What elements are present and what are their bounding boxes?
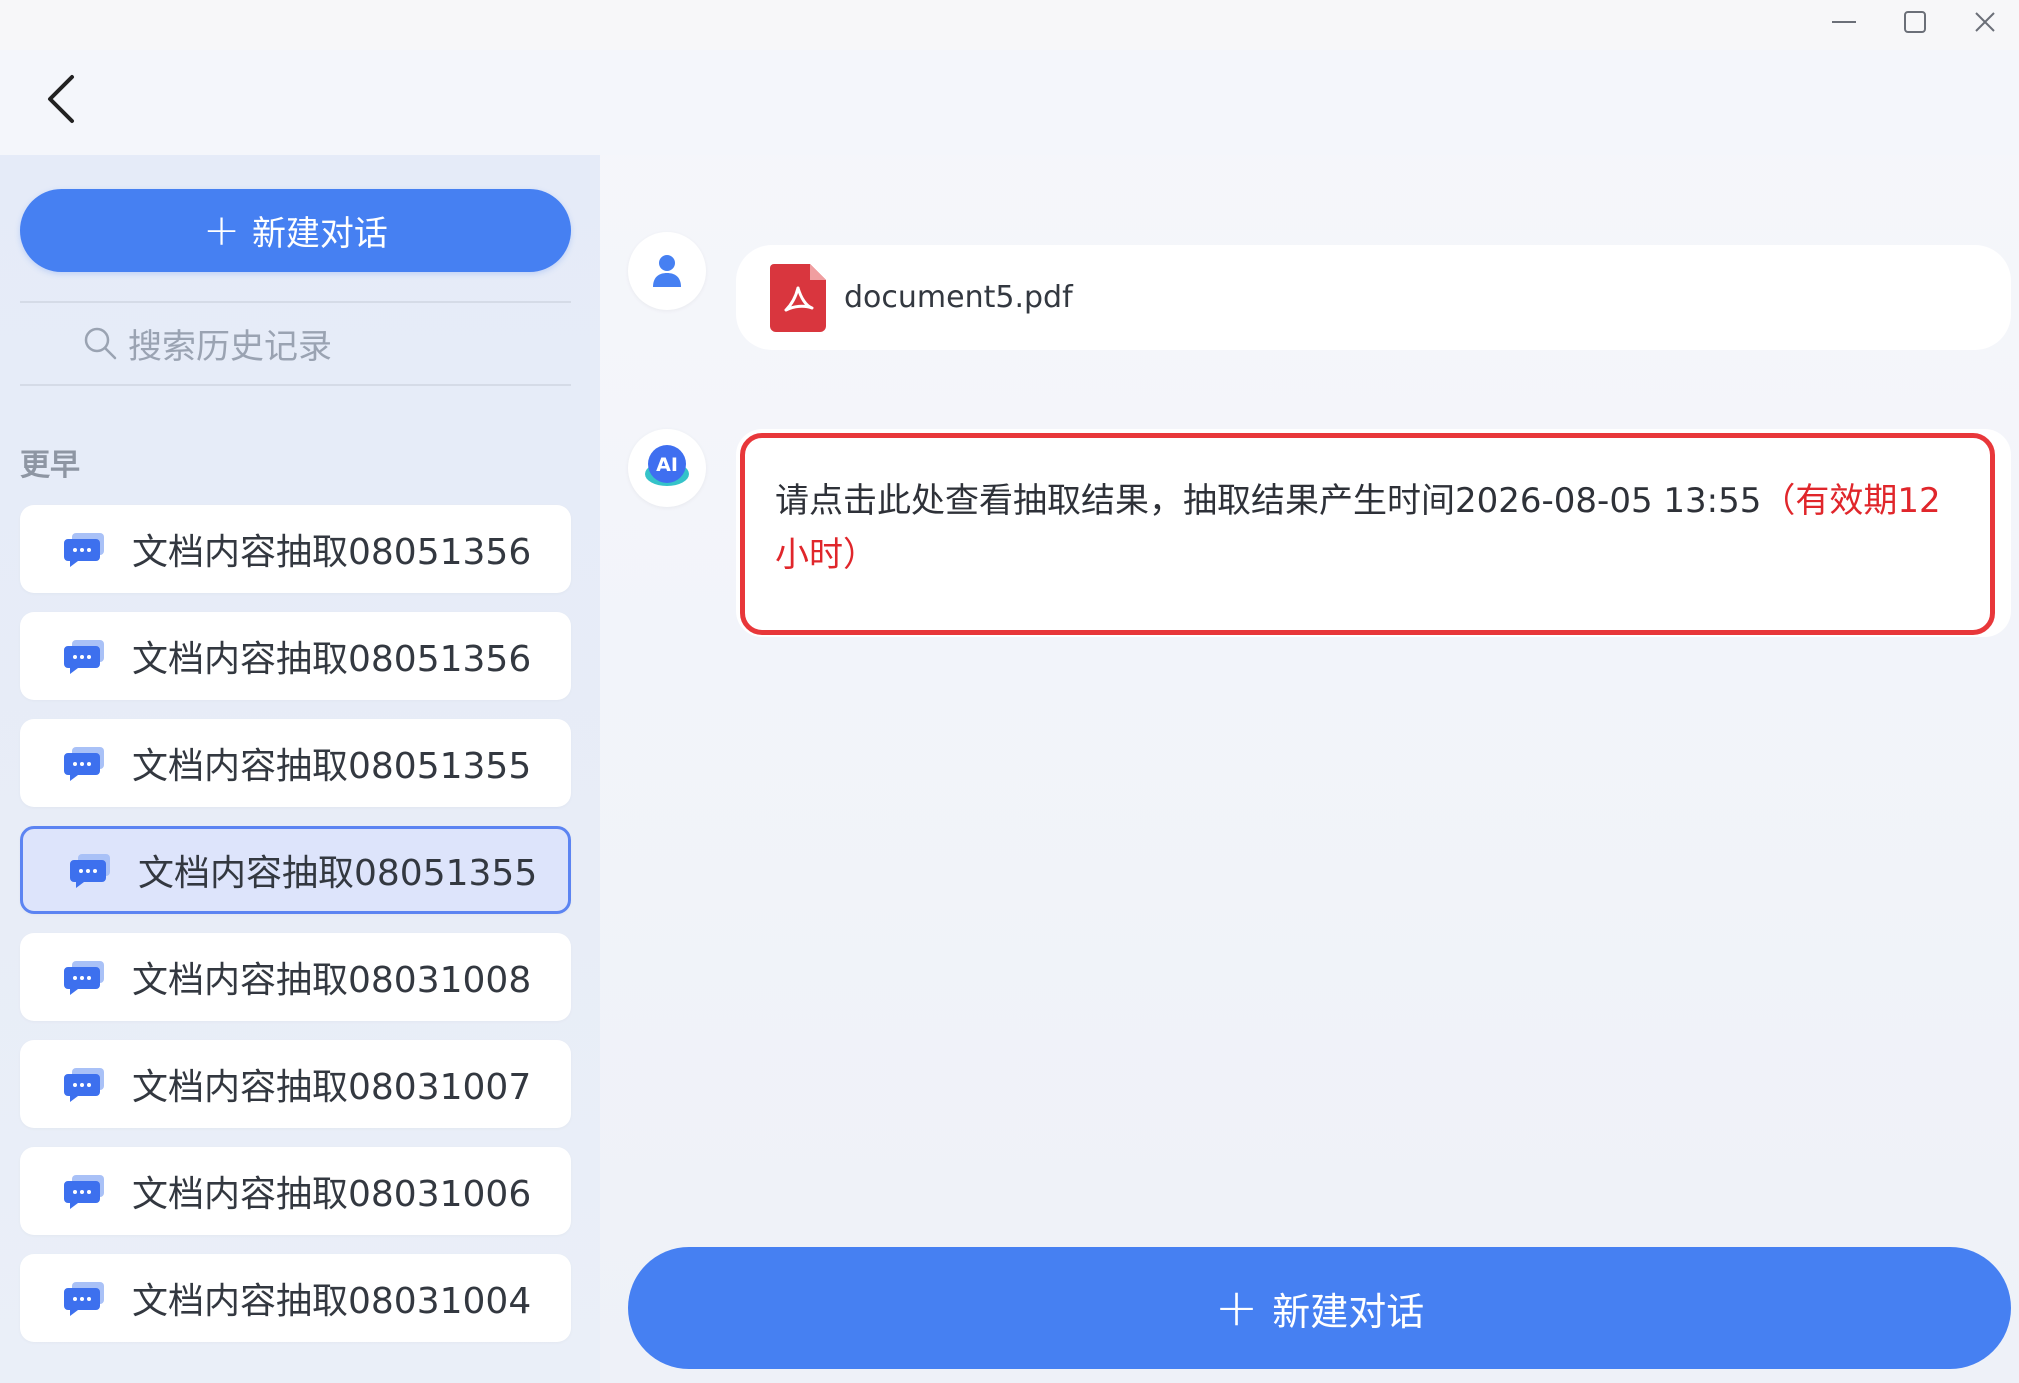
new-chat-bottom-label: 新建对话	[1272, 1289, 1425, 1334]
new-chat-bottom-button[interactable]: + 新建对话	[628, 1247, 2011, 1369]
history-sidebar: + 新建对话 搜索历史记录 更早 文档内容抽取08051356 文档内容抽取080…	[0, 155, 600, 1383]
ai-message-text: 请点击此处查看抽取结果，抽取结果产生时间2026-08-05 13:55	[775, 481, 1762, 521]
chat-bubble-icon	[64, 640, 104, 674]
search-input[interactable]: 搜索历史记录	[20, 303, 571, 383]
history-item-title: 文档内容抽取08031007	[132, 1067, 532, 1108]
history-item-title: 文档内容抽取08031004	[132, 1281, 532, 1322]
history-item[interactable]: 文档内容抽取08031004	[20, 1254, 571, 1342]
back-button[interactable]	[36, 71, 86, 127]
app-window: + 新建对话 搜索历史记录 更早 文档内容抽取08051356 文档内容抽取080…	[0, 0, 2019, 1383]
title-bar	[0, 0, 2019, 50]
maximize-icon[interactable]	[1891, 2, 1939, 42]
ai-logo-icon: AI	[645, 445, 689, 486]
search-icon	[82, 325, 118, 361]
chevron-left-icon	[48, 75, 74, 123]
header-bar	[0, 50, 2019, 155]
history-item[interactable]: 文档内容抽取08051355	[20, 719, 571, 807]
new-chat-button[interactable]: + 新建对话	[20, 189, 571, 272]
history-item[interactable]: 文档内容抽取08031006	[20, 1147, 571, 1235]
divider	[20, 384, 571, 386]
history-item[interactable]: 文档内容抽取08051356	[20, 505, 571, 593]
history-list: 文档内容抽取08051356 文档内容抽取08051356 文档内容抽取080513…	[20, 505, 571, 1361]
pdf-file-icon	[770, 263, 826, 332]
history-item[interactable]: 文档内容抽取08031007	[20, 1040, 571, 1128]
ai-message: 请点击此处查看抽取结果，抽取结果产生时间2026-08-05 13:55（有效期…	[736, 429, 2011, 637]
new-chat-label: 新建对话	[251, 214, 388, 254]
minimize-icon[interactable]	[1820, 2, 1868, 42]
chat-bubble-icon	[64, 533, 104, 567]
file-name: document5.pdf	[844, 280, 1073, 315]
ai-avatar-label: AI	[656, 454, 678, 476]
ai-avatar: AI	[628, 429, 706, 507]
history-item-title: 文档内容抽取08031008	[132, 960, 532, 1001]
chat-bubble-icon	[64, 747, 104, 781]
history-item-title: 文档内容抽取08051356	[132, 639, 532, 680]
search-placeholder: 搜索历史记录	[128, 326, 332, 367]
history-item-title: 文档内容抽取08051355	[132, 746, 532, 787]
plus-icon: +	[203, 204, 240, 256]
section-label-earlier: 更早	[20, 448, 80, 483]
chat-bubble-icon	[64, 1282, 104, 1316]
file-message[interactable]: document5.pdf	[736, 245, 2011, 350]
extraction-result-link[interactable]: 请点击此处查看抽取结果，抽取结果产生时间2026-08-05 13:55（有效期…	[740, 433, 1995, 635]
chat-bubble-icon	[64, 961, 104, 995]
plus-icon: +	[1214, 1278, 1259, 1338]
history-item[interactable]: 文档内容抽取08051355	[20, 826, 571, 914]
close-icon[interactable]	[1961, 2, 2009, 42]
history-item-title: 文档内容抽取08051356	[132, 532, 532, 573]
chat-bubble-icon	[64, 1068, 104, 1102]
history-item[interactable]: 文档内容抽取08031008	[20, 933, 571, 1021]
history-item[interactable]: 文档内容抽取08051356	[20, 612, 571, 700]
chat-bubble-icon	[70, 854, 110, 888]
history-item-title: 文档内容抽取08031006	[132, 1174, 532, 1215]
history-item-title: 文档内容抽取08051355	[138, 853, 538, 894]
chat-bubble-icon	[64, 1175, 104, 1209]
chat-area: document5.pdf AI 请点击此处查看抽取结果，抽取结果产生时间202…	[600, 155, 2019, 1383]
user-icon	[653, 255, 681, 287]
user-avatar	[628, 232, 706, 310]
